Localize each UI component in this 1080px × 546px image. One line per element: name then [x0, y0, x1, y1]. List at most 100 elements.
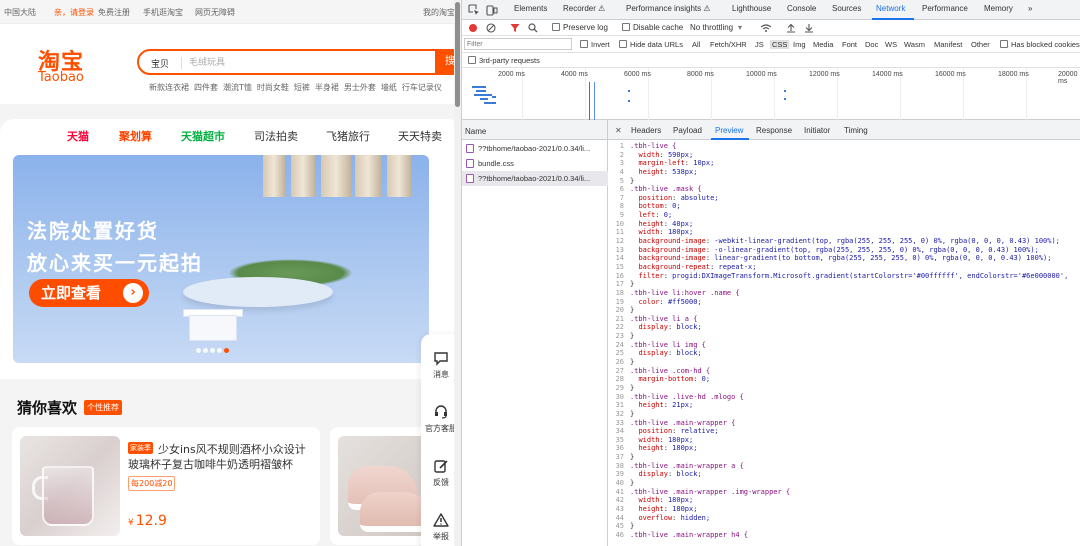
tab-response[interactable]: Response	[756, 126, 792, 135]
my-taobao-link[interactable]: 我的淘宝	[423, 7, 455, 18]
tab-memory[interactable]: Memory	[984, 4, 1013, 13]
name-column-header[interactable]: Name	[462, 120, 607, 140]
preserve-log-checkbox[interactable]: Preserve log	[552, 23, 608, 32]
tab-initiator[interactable]: Initiator	[804, 126, 830, 135]
type-media[interactable]: Media	[813, 40, 833, 49]
carousel-dot[interactable]	[196, 348, 201, 353]
carousel-dot[interactable]	[210, 348, 215, 353]
nav-juhuasuan[interactable]: 聚划算	[119, 128, 152, 144]
type-doc[interactable]: Doc	[865, 40, 878, 49]
hot-word[interactable]: 墙纸	[381, 83, 397, 92]
third-party-checkbox[interactable]: 3rd-party requests	[468, 56, 540, 65]
tab-recorder[interactable]: Recorder ⚠	[563, 4, 605, 13]
type-css[interactable]: CSS	[770, 40, 790, 49]
nav-daily-sale[interactable]: 天天特卖	[398, 128, 442, 144]
carousel-dot[interactable]	[217, 348, 222, 353]
type-js[interactable]: JS	[755, 40, 764, 49]
tab-headers[interactable]: Headers	[631, 126, 661, 135]
nav-tmall[interactable]: 天猫	[67, 128, 89, 144]
device-toolbar-icon[interactable]	[486, 4, 498, 16]
product-card[interactable]: 少女ins风不规则酒杯小众设计玻璃杯子复古咖啡牛奶透明褶皱杯 家装季 每200减…	[12, 427, 320, 545]
filter-icon[interactable]	[510, 23, 520, 33]
promo-banner[interactable]: 法院处置好货 放心来买一元起拍 立即查看 ›	[13, 155, 429, 363]
hot-word[interactable]: 短裤	[294, 83, 310, 92]
product-title[interactable]: 少女ins风不规则酒杯小众设计玻璃杯子复古咖啡牛奶透明褶皱杯	[128, 442, 314, 472]
tab-elements[interactable]: Elements	[514, 4, 547, 13]
hot-word[interactable]: 四件套	[194, 83, 218, 92]
checkbox-box[interactable]	[622, 23, 630, 31]
type-all[interactable]: All	[692, 40, 700, 49]
inspect-icon[interactable]	[468, 4, 480, 16]
type-fetch-xhr[interactable]: Fetch/XHR	[710, 40, 747, 49]
timeline-tick: 16000 ms	[935, 71, 966, 78]
accessibility-link[interactable]: 网页无障碍	[195, 7, 235, 18]
carousel-dot-active[interactable]	[224, 348, 229, 353]
carousel-dot[interactable]	[203, 348, 208, 353]
wifi-icon[interactable]	[760, 23, 772, 33]
tab-console[interactable]: Console	[787, 4, 816, 13]
upload-icon[interactable]	[786, 23, 796, 33]
type-manifest[interactable]: Manifest	[934, 40, 962, 49]
hot-word[interactable]: 男士外套	[344, 83, 376, 92]
tab-lighthouse[interactable]: Lighthouse	[732, 4, 771, 13]
request-row[interactable]: ??tbhome/taobao-2021/0.0.34/li...	[462, 141, 608, 156]
filter-input[interactable]	[464, 38, 572, 50]
blocked-cookies-checkbox[interactable]: Has blocked cookies	[1000, 40, 1080, 49]
line-number: 4	[619, 167, 624, 176]
code-line: 28 margin-bottom: 0;	[608, 375, 1080, 384]
throttling-select[interactable]: No throttling	[690, 23, 733, 32]
checkbox-box[interactable]	[619, 40, 627, 48]
taobao-logo-en[interactable]: Taobao	[38, 70, 84, 85]
search-type-select[interactable]: 宝贝	[151, 57, 169, 70]
type-img[interactable]: Img	[793, 40, 806, 49]
hot-word[interactable]: 半身裙	[315, 83, 339, 92]
login-link[interactable]: 亲，请登录	[54, 7, 94, 18]
request-row-selected[interactable]: ??tbhome/taobao-2021/0.0.34/li...	[462, 171, 608, 186]
css-preview-code[interactable]: 1 .tbh-live {2 width: 590px; 3 margin-left…	[608, 142, 1080, 546]
nav-judicial-auction[interactable]: 司法拍卖	[254, 128, 298, 144]
tab-performance[interactable]: Performance	[922, 4, 968, 13]
banner-cta-button[interactable]: 立即查看 ›	[29, 279, 149, 307]
disable-cache-checkbox[interactable]: Disable cache	[622, 23, 683, 32]
page-scrollbar-thumb[interactable]	[455, 2, 460, 107]
tab-performance-insights[interactable]: Performance insights ⚠	[626, 4, 711, 13]
tab-network[interactable]: Network	[876, 4, 905, 13]
register-link[interactable]: 免费注册	[98, 7, 130, 18]
tab-timing[interactable]: Timing	[844, 126, 868, 135]
record-icon[interactable]	[468, 23, 478, 33]
code-text: position: relative;	[638, 427, 719, 436]
clear-icon[interactable]	[486, 23, 496, 33]
nav-tmall-supermarket[interactable]: 天猫超市	[181, 128, 225, 144]
code-text: height: 538px;	[638, 167, 698, 176]
invert-checkbox[interactable]: Invert	[580, 40, 610, 49]
tab-payload[interactable]: Payload	[673, 126, 702, 135]
hot-word[interactable]: 行车记录仪	[402, 83, 442, 92]
type-font[interactable]: Font	[842, 40, 857, 49]
region-selector[interactable]: 中国大陆	[4, 7, 36, 18]
search-input[interactable]	[189, 54, 389, 71]
tab-preview[interactable]: Preview	[715, 126, 743, 135]
more-tabs-button[interactable]: »	[1028, 4, 1032, 13]
close-detail-icon[interactable]: ✕	[615, 126, 622, 135]
checkbox-box[interactable]	[1000, 40, 1008, 48]
hot-word[interactable]: 新款连衣裙	[149, 83, 189, 92]
checkbox-box[interactable]	[468, 56, 476, 64]
hot-word[interactable]: 潮流T恤	[223, 83, 252, 92]
nav-fliggy[interactable]: 飞猪旅行	[326, 128, 370, 144]
tab-sources[interactable]: Sources	[832, 4, 861, 13]
type-other[interactable]: Other	[971, 40, 990, 49]
checkbox-box[interactable]	[552, 23, 560, 31]
hot-word[interactable]: 时尚女鞋	[257, 83, 289, 92]
request-row[interactable]: bundle.css	[462, 156, 608, 171]
network-overview-timeline[interactable]: 2000 ms 4000 ms 6000 ms 8000 ms 10000 ms…	[462, 68, 1080, 120]
hide-data-urls-checkbox[interactable]: Hide data URLs	[619, 40, 683, 49]
type-ws[interactable]: WS	[885, 40, 897, 49]
checkbox-box[interactable]	[580, 40, 588, 48]
download-icon[interactable]	[804, 23, 814, 33]
type-wasm[interactable]: Wasm	[904, 40, 925, 49]
search-icon[interactable]	[528, 23, 538, 33]
product-image[interactable]	[20, 436, 120, 536]
mobile-taobao-link[interactable]: 手机逛淘宝	[143, 7, 183, 18]
chevron-down-icon[interactable]: ▾	[738, 23, 742, 32]
chat-icon	[434, 352, 448, 366]
